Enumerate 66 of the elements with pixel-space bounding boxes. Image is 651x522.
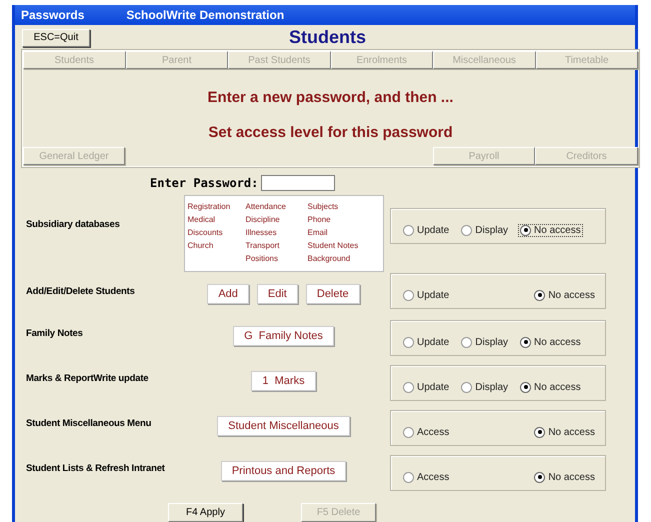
- password-field[interactable]: [261, 175, 336, 191]
- radio-button[interactable]: No access: [532, 426, 597, 438]
- radio-button[interactable]: No access: [518, 224, 583, 236]
- radio-button[interactable]: Update: [401, 380, 452, 394]
- list-item[interactable]: Transport: [246, 239, 308, 252]
- list-item[interactable]: Discounts: [188, 226, 246, 239]
- action-button[interactable]: Add: [207, 284, 249, 304]
- list-item[interactable]: Church: [188, 239, 246, 252]
- radio-button[interactable]: Display: [459, 380, 510, 394]
- list-item[interactable]: Student Notes: [308, 239, 382, 252]
- list-item[interactable]: Registration: [188, 200, 246, 213]
- action-button[interactable]: Student Miscellaneous: [217, 416, 350, 436]
- action-button[interactable]: 1 Marks: [251, 371, 316, 391]
- list-item[interactable]: Attendance: [246, 200, 308, 213]
- row-label: Student Miscellaneous Menu: [25, 417, 152, 429]
- row-label: Student Lists & Refresh Intranet: [25, 462, 166, 474]
- radio-circle-icon[interactable]: [403, 426, 414, 438]
- radio-circle-icon[interactable]: [403, 382, 414, 392]
- radio-circle-icon[interactable]: [520, 224, 532, 236]
- window-subtitle: SchoolWrite Demonstration: [126, 8, 284, 22]
- radio-circle-icon[interactable]: [403, 224, 414, 236]
- radio-button[interactable]: No access: [532, 288, 597, 302]
- radio-button[interactable]: Update: [401, 288, 452, 302]
- list-item[interactable]: Background: [308, 252, 382, 265]
- radio-circle-icon[interactable]: [534, 426, 546, 438]
- row-label: Marks & ReportWrite update: [25, 372, 150, 384]
- radio-circle-icon[interactable]: [403, 472, 414, 482]
- page-heading: Students: [288, 27, 367, 48]
- list-item[interactable]: Discipline: [246, 213, 308, 226]
- action-button[interactable]: G Family Notes: [233, 326, 334, 346]
- radio-button[interactable]: Update: [401, 224, 452, 236]
- radio-button[interactable]: Display: [459, 224, 510, 236]
- window-title: Passwords: [21, 8, 84, 22]
- action-button[interactable]: Printous and Reports: [220, 461, 346, 481]
- radio-button[interactable]: No access: [518, 336, 583, 348]
- quit-button[interactable]: ESC=Quit: [22, 28, 90, 46]
- list-item[interactable]: Medical: [188, 213, 246, 226]
- instruction-text: Set access level for this password: [208, 124, 453, 140]
- radio-circle-icon[interactable]: [520, 382, 532, 392]
- radio-button[interactable]: No access: [518, 380, 583, 394]
- row-label: Subsidiary databases: [25, 218, 121, 230]
- radio-circle-icon[interactable]: [534, 290, 546, 300]
- list-item[interactable]: Subjects: [308, 200, 382, 213]
- row-label: Family Notes: [25, 327, 84, 339]
- radio-circle-icon[interactable]: [403, 336, 414, 348]
- radio-circle-icon[interactable]: [403, 290, 414, 300]
- list-item[interactable]: Illnesses: [246, 226, 308, 239]
- list-item[interactable]: Email: [308, 226, 382, 239]
- radio-circle-icon[interactable]: [461, 382, 472, 392]
- instruction-text: Enter a new password, and then ...: [208, 88, 454, 106]
- radio-circle-icon[interactable]: [461, 224, 472, 236]
- list-item[interactable]: Phone: [308, 213, 382, 226]
- footer-button[interactable]: F4 Apply: [168, 503, 243, 522]
- radio-circle-icon[interactable]: [520, 336, 532, 348]
- radio-button[interactable]: Update: [401, 336, 452, 348]
- list-item[interactable]: Positions: [246, 252, 308, 265]
- radio-button[interactable]: Access: [401, 470, 452, 484]
- radio-button[interactable]: No access: [532, 470, 597, 484]
- radio-button[interactable]: Access: [401, 426, 452, 438]
- action-button[interactable]: Delete: [306, 284, 360, 304]
- password-label: Enter Password:: [150, 176, 258, 190]
- action-button[interactable]: Edit: [256, 284, 298, 304]
- row-label: Add/Edit/Delete Students: [25, 285, 136, 297]
- radio-circle-icon[interactable]: [534, 472, 546, 482]
- radio-circle-icon[interactable]: [461, 336, 472, 348]
- radio-button[interactable]: Display: [459, 336, 510, 348]
